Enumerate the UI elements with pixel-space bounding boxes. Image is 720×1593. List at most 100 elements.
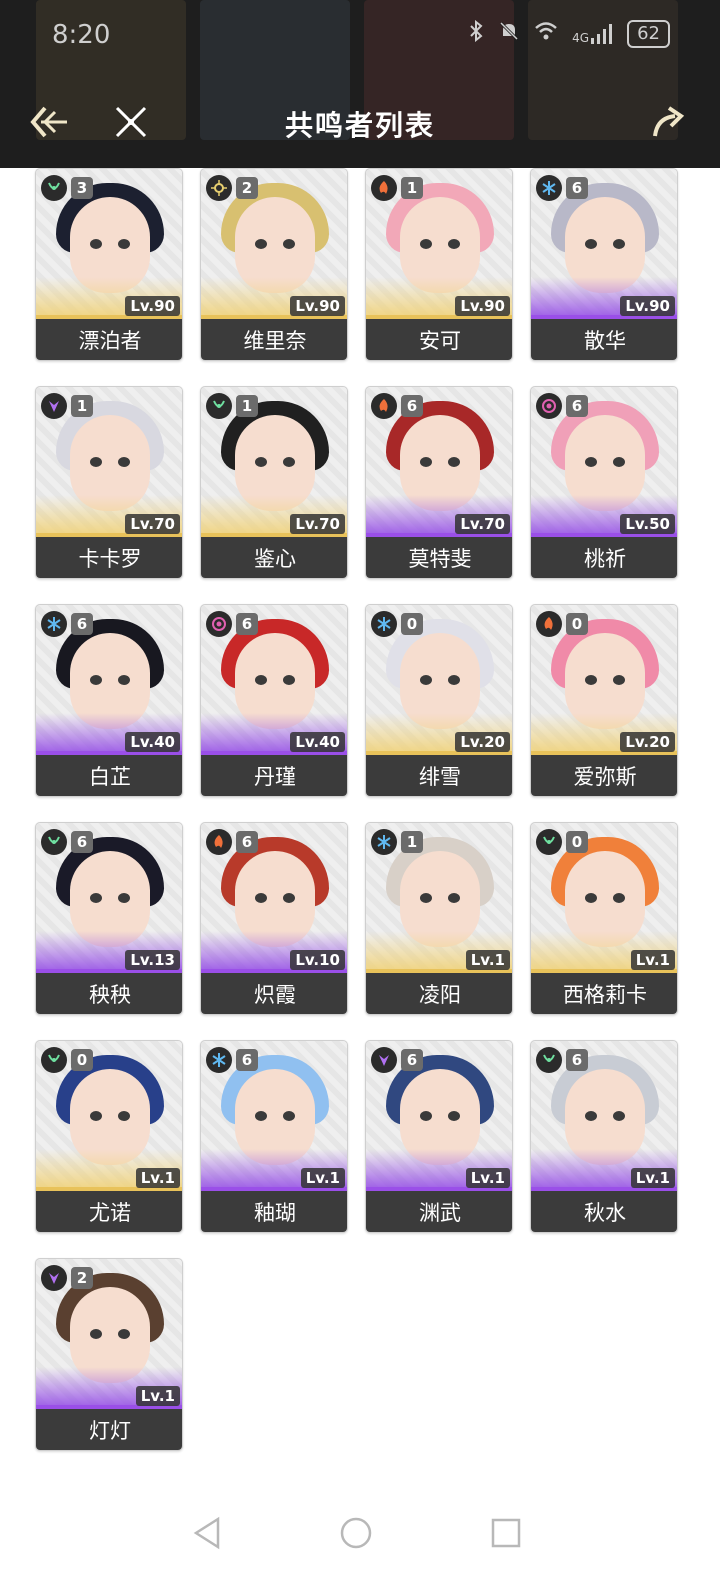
portrait-eye	[90, 457, 102, 467]
level-label: Lv.70	[455, 514, 510, 534]
character-name: 凌阳	[366, 973, 512, 1014]
character-badges: 2	[206, 175, 258, 201]
character-card[interactable]: 1 Lv.1 凌阳	[365, 822, 513, 1015]
aero-icon	[41, 1047, 67, 1073]
portrait-eye	[283, 239, 295, 249]
character-card[interactable]: 0 Lv.1 西格莉卡	[530, 822, 678, 1015]
character-card[interactable]: 2 Lv.90 维里奈	[200, 168, 348, 361]
constellation-count: 0	[401, 613, 423, 635]
character-badges: 0	[536, 611, 588, 637]
share-button[interactable]	[642, 102, 692, 146]
level-label: Lv.50	[620, 514, 675, 534]
character-name: 安可	[366, 319, 512, 360]
character-card[interactable]: 1 Lv.70 卡卡罗	[35, 386, 183, 579]
aero-icon	[41, 175, 67, 201]
portrait-eye	[613, 1111, 625, 1121]
character-card[interactable]: 6 Lv.1 渊武	[365, 1040, 513, 1233]
character-badges: 2	[41, 1265, 93, 1291]
share-arrow-icon	[649, 104, 685, 144]
glacio-icon	[536, 175, 562, 201]
character-name: 鉴心	[201, 537, 347, 578]
portrait-eye	[255, 893, 267, 903]
portrait-eye	[90, 1329, 102, 1339]
constellation-count: 6	[71, 613, 93, 635]
character-card[interactable]: 6 Lv.40 丹瑾	[200, 604, 348, 797]
portrait-eye	[613, 675, 625, 685]
constellation-count: 6	[236, 831, 258, 853]
constellation-count: 3	[71, 177, 93, 199]
portrait-eye	[448, 457, 460, 467]
aero-icon	[41, 829, 67, 855]
status-time: 8:20	[52, 20, 111, 50]
character-name: 维里奈	[201, 319, 347, 360]
portrait-eye	[585, 239, 597, 249]
character-badges: 1	[371, 829, 423, 855]
portrait-eye	[420, 675, 432, 685]
triangle-back-icon	[190, 1516, 226, 1555]
level-label: Lv.90	[290, 296, 345, 316]
character-card[interactable]: 0 Lv.20 爱弥斯	[530, 604, 678, 797]
portrait-eye	[90, 239, 102, 249]
character-badges: 0	[41, 1047, 93, 1073]
character-card[interactable]: 3 Lv.90 漂泊者	[35, 168, 183, 361]
character-name: 爱弥斯	[531, 755, 677, 796]
constellation-count: 6	[566, 177, 588, 199]
level-label: Lv.70	[125, 514, 180, 534]
constellation-count: 1	[401, 177, 423, 199]
constellation-count: 0	[71, 1049, 93, 1071]
character-card[interactable]: 6 Lv.50 桃祈	[530, 386, 678, 579]
character-card[interactable]: 6 Lv.10 炽霞	[200, 822, 348, 1015]
portrait-eye	[585, 457, 597, 467]
fusion-icon	[371, 393, 397, 419]
constellation-count: 6	[236, 613, 258, 635]
portrait-eye	[283, 675, 295, 685]
portrait-eye	[283, 893, 295, 903]
fusion-icon	[371, 175, 397, 201]
character-badges: 6	[371, 393, 423, 419]
constellation-count: 0	[566, 831, 588, 853]
character-card[interactable]: 1 Lv.70 鉴心	[200, 386, 348, 579]
character-card[interactable]: 1 Lv.90 安可	[365, 168, 513, 361]
portrait-eye	[255, 239, 267, 249]
character-badges: 6	[536, 175, 588, 201]
portrait-eye	[448, 1111, 460, 1121]
character-name: 漂泊者	[36, 319, 182, 360]
character-card[interactable]: 6 Lv.1 釉瑚	[200, 1040, 348, 1233]
constellation-count: 2	[71, 1267, 93, 1289]
character-card[interactable]: 6 Lv.70 莫特斐	[365, 386, 513, 579]
portrait-eye	[118, 1111, 130, 1121]
character-card[interactable]: 6 Lv.13 秧秧	[35, 822, 183, 1015]
aero-icon	[536, 1047, 562, 1073]
fusion-icon	[206, 829, 232, 855]
cellular-signal-icon: 4G	[572, 24, 613, 44]
nav-home-button[interactable]	[338, 1515, 374, 1551]
constellation-count: 1	[236, 395, 258, 417]
portrait-eye	[585, 1111, 597, 1121]
character-badges: 0	[536, 829, 588, 855]
page-title: 共鸣者列表	[284, 109, 435, 142]
character-card[interactable]: 0 Lv.1 尤诺	[35, 1040, 183, 1233]
constellation-count: 6	[566, 395, 588, 417]
character-name: 丹瑾	[201, 755, 347, 796]
character-card[interactable]: 6 Lv.40 白芷	[35, 604, 183, 797]
constellation-count: 6	[236, 1049, 258, 1071]
character-card[interactable]: 6 Lv.90 散华	[530, 168, 678, 361]
character-card[interactable]: 0 Lv.20 绯雪	[365, 604, 513, 797]
character-badges: 6	[536, 393, 588, 419]
aero-icon	[206, 393, 232, 419]
constellation-count: 1	[71, 395, 93, 417]
character-name: 卡卡罗	[36, 537, 182, 578]
nav-recents-button[interactable]	[488, 1515, 524, 1551]
nav-back-button[interactable]	[190, 1515, 226, 1551]
circle-home-icon	[338, 1517, 374, 1555]
glacio-icon	[371, 829, 397, 855]
character-badges: 1	[206, 393, 258, 419]
character-card[interactable]: 2 Lv.1 灯灯	[35, 1258, 183, 1451]
level-label: Lv.90	[125, 296, 180, 316]
level-label: Lv.40	[290, 732, 345, 752]
portrait-eye	[90, 893, 102, 903]
portrait-eye	[283, 1111, 295, 1121]
character-badges: 1	[41, 393, 93, 419]
character-badges: 6	[206, 611, 258, 637]
character-card[interactable]: 6 Lv.1 秋水	[530, 1040, 678, 1233]
